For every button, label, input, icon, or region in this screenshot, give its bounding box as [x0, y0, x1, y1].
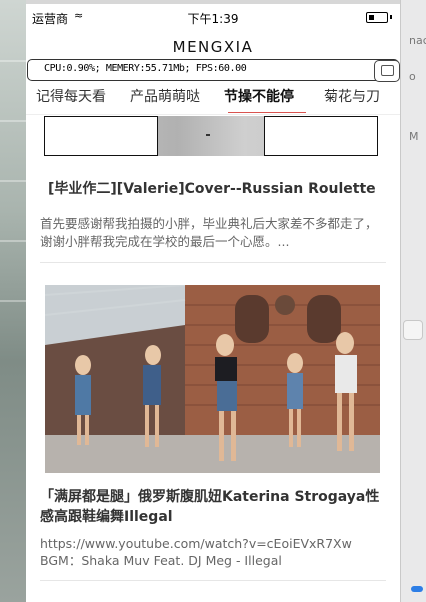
article-divider	[40, 580, 386, 581]
battery-tip	[390, 15, 392, 19]
tab-chrysanthemum[interactable]: 菊花与刀	[324, 86, 380, 106]
right-panel-text: nac	[409, 34, 426, 47]
battery-icon	[366, 12, 388, 23]
tabs-divider	[26, 114, 400, 115]
status-bar: 运营商 ≈ 下午1:39	[26, 4, 400, 30]
article-title[interactable]: [毕业作二][Valerie]Cover--Russian Roulette	[48, 178, 398, 198]
dance-photo	[45, 285, 380, 473]
status-time: 下午1:39	[187, 12, 239, 26]
desktop-background-left	[0, 0, 26, 602]
right-panel-control[interactable]	[403, 320, 423, 340]
article-title[interactable]: 「满屏都是腿」俄罗斯腹肌妞Katerina Strogaya性感高跟鞋编舞Ill…	[40, 487, 390, 527]
desktop-background-right: nac o M	[400, 0, 426, 602]
article-description: https://www.youtube.com/watch?v=cEoiEVxR…	[40, 536, 352, 568]
performance-monitor-toggle[interactable]	[374, 60, 400, 82]
article-thumbnail[interactable]	[44, 116, 378, 156]
tab-integrity[interactable]: 节操不能停	[224, 86, 294, 106]
article-divider	[40, 262, 386, 263]
performance-text: CPU:0.90%; MEMERY:55.71Mb; FPS:60.00	[44, 63, 247, 74]
window-icon	[381, 65, 394, 76]
image-placeholder-left	[44, 116, 158, 156]
right-panel-indicator	[411, 586, 423, 592]
image-placeholder-right	[264, 116, 378, 156]
right-panel-text: o	[409, 70, 416, 83]
tab-products[interactable]: 产品萌萌哒	[130, 86, 200, 106]
tab-bar: 记得每天看 产品萌萌哒 节操不能停 菊花与刀	[26, 82, 400, 112]
simulator-screen: 运营商 ≈ 下午1:39 MENGXIA CPU:0.90%; MEMERY:5…	[26, 0, 400, 602]
image-detail	[206, 134, 210, 136]
performance-monitor: CPU:0.90%; MEMERY:55.71Mb; FPS:60.00	[27, 59, 399, 81]
article-description: 首先要感谢帮我拍摄的小胖，毕业典礼后大家差不多都走了，谢谢小胖帮我完成在学校的最…	[40, 216, 378, 249]
page-title: MENGXIA	[172, 38, 254, 56]
active-tab-indicator	[228, 112, 306, 113]
tab-daily[interactable]: 记得每天看	[36, 86, 106, 106]
right-panel-text: M	[409, 130, 419, 143]
article-thumbnail[interactable]	[45, 285, 380, 473]
